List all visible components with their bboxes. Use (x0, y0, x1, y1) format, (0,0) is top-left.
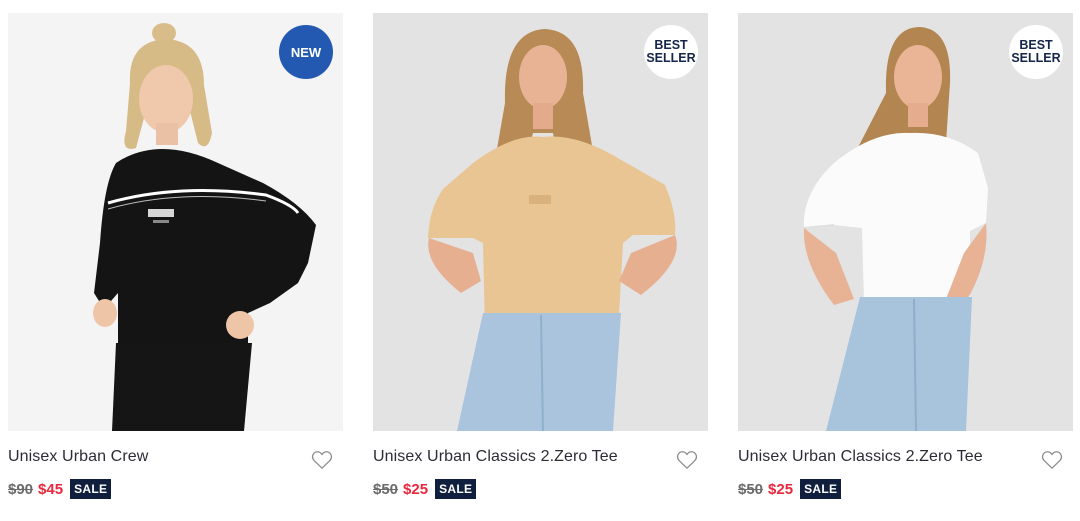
badge-line: SELLER (646, 51, 696, 65)
badge-line: NEW (290, 44, 322, 60)
original-price: $50 (373, 480, 399, 498)
heart-outline-icon[interactable] (311, 450, 333, 470)
heart-outline-icon[interactable] (1041, 450, 1063, 470)
product-card[interactable]: NEW Unisex Urban Crew $90 $45 SALE (8, 0, 343, 521)
badge-line: SELLER (1011, 51, 1061, 65)
best-seller-badge: BEST SELLER (644, 25, 698, 79)
sale-tag: SALE (800, 479, 842, 499)
best-seller-badge: BEST SELLER (1009, 25, 1063, 79)
sale-price: $25 (768, 480, 794, 498)
sale-price: $45 (38, 480, 64, 498)
product-name[interactable]: Unisex Urban Classics 2.Zero Tee (738, 448, 983, 466)
price-row: $50 $25 SALE (738, 478, 842, 500)
original-price: $50 (738, 480, 764, 498)
product-name[interactable]: Unisex Urban Crew (8, 448, 148, 466)
product-card[interactable]: BEST SELLER Unisex Urban Classics 2.Zero… (373, 0, 708, 521)
product-card[interactable]: BEST SELLER Unisex Urban Classics 2.Zero… (738, 0, 1073, 521)
heart-outline-icon[interactable] (676, 450, 698, 470)
product-name[interactable]: Unisex Urban Classics 2.Zero Tee (373, 448, 618, 466)
sale-tag: SALE (70, 479, 112, 499)
sale-price: $25 (403, 480, 429, 498)
price-row: $90 $45 SALE (8, 478, 112, 500)
original-price: $90 (8, 480, 34, 498)
sale-tag: SALE (435, 479, 477, 499)
price-row: $50 $25 SALE (373, 478, 477, 500)
new-badge: NEW (279, 25, 333, 79)
